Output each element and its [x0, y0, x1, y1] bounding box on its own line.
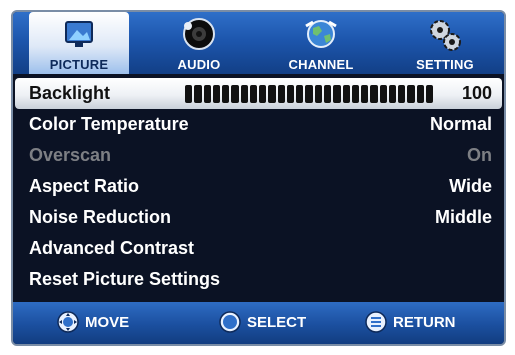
backlight-level-segment: [416, 85, 424, 103]
menu-item-value: 100: [461, 83, 492, 103]
tab-label: CHANNEL: [288, 57, 354, 72]
backlight-level-segment: [277, 85, 285, 103]
menu-item-aspect-ratio[interactable]: Aspect Ratio Wide: [15, 171, 502, 202]
backlight-level-segment: [314, 85, 322, 103]
backlight-level-segment: [351, 85, 360, 103]
tab-setting[interactable]: SETTING: [395, 12, 495, 74]
menu-item-value: Wide: [449, 176, 492, 196]
backlight-level-segment: [194, 85, 202, 103]
footer-hints: MOVE SELECT RETURN: [13, 302, 504, 344]
hint-label: SELECT: [247, 313, 307, 331]
backlight-level-segment: [388, 85, 397, 103]
backlight-level-segment: [231, 85, 239, 103]
backlight-level-segment: [212, 85, 221, 103]
tab-label: PICTURE: [49, 57, 109, 72]
menu-item-label: Advanced Contrast: [29, 238, 195, 258]
menu-item-color-temperature[interactable]: Color Temperature Normal: [15, 109, 502, 140]
tab-label: AUDIO: [177, 57, 221, 72]
menu-item-label: Overscan: [29, 145, 112, 165]
menu-item-overscan: Overscan On: [15, 140, 502, 171]
ok-button-icon: [219, 311, 241, 333]
backlight-level-segment: [296, 85, 304, 103]
backlight-level-segment: [333, 85, 341, 103]
backlight-level-segment: [286, 85, 295, 103]
backlight-level-segment: [370, 85, 378, 103]
menu-item-reset-picture-settings[interactable]: Reset Picture Settings: [15, 264, 502, 295]
backlight-level-segment: [259, 85, 267, 103]
menu-item-value: Normal: [429, 114, 492, 134]
menu-item-label: Noise Reduction: [29, 207, 172, 227]
backlight-level-segment: [240, 85, 248, 103]
channel-globe-icon: [305, 20, 337, 48]
backlight-level-segment: [305, 85, 313, 103]
backlight-level-segment: [407, 85, 415, 103]
hint-label: MOVE: [85, 313, 130, 331]
tv-osd-frame: PICTURE AUDIO CHANNEL SETTING Backlight …: [11, 10, 506, 346]
backlight-level-segment: [342, 85, 350, 103]
backlight-slider[interactable]: [185, 85, 434, 103]
hint-label: RETURN: [393, 313, 456, 331]
backlight-level-segment: [185, 85, 193, 103]
gears-icon: [430, 20, 461, 51]
menu-item-label: Color Temperature: [29, 114, 189, 134]
backlight-level-segment: [203, 85, 211, 103]
menu-item-backlight[interactable]: Backlight 100: [15, 78, 502, 109]
tab-audio[interactable]: AUDIO: [149, 12, 249, 74]
menu-list-icon: [365, 311, 387, 333]
hint-return: RETURN: [365, 311, 456, 333]
menu-item-label: Reset Picture Settings: [29, 269, 221, 289]
tab-bar: PICTURE AUDIO CHANNEL SETTING: [13, 12, 504, 74]
backlight-level-segment: [425, 85, 434, 103]
backlight-level-segment: [323, 85, 332, 103]
hint-select: SELECT: [219, 311, 306, 333]
menu-item-noise-reduction[interactable]: Noise Reduction Middle: [15, 202, 502, 233]
tab-channel[interactable]: CHANNEL: [271, 12, 371, 74]
menu-item-label: Backlight: [29, 83, 111, 103]
picture-icon: [65, 21, 93, 47]
menu-item-value: Middle: [435, 207, 492, 227]
backlight-level-segment: [268, 85, 276, 103]
tab-picture[interactable]: PICTURE: [29, 12, 129, 74]
backlight-level-segment: [361, 85, 369, 103]
backlight-level-segment: [398, 85, 406, 103]
backlight-level-segment: [379, 85, 387, 103]
menu-item-advanced-contrast[interactable]: Advanced Contrast: [15, 233, 502, 264]
menu-item-value: On: [467, 145, 492, 165]
audio-speaker-icon: [183, 18, 215, 50]
menu-item-label: Aspect Ratio: [29, 176, 140, 196]
picture-menu: Backlight 100 Color Temperature Normal O…: [15, 78, 502, 295]
backlight-level-segment: [249, 85, 258, 103]
dpad-icon: [57, 311, 79, 333]
tab-label: SETTING: [416, 57, 474, 72]
backlight-level-segment: [222, 85, 230, 103]
hint-move: MOVE: [57, 311, 129, 333]
